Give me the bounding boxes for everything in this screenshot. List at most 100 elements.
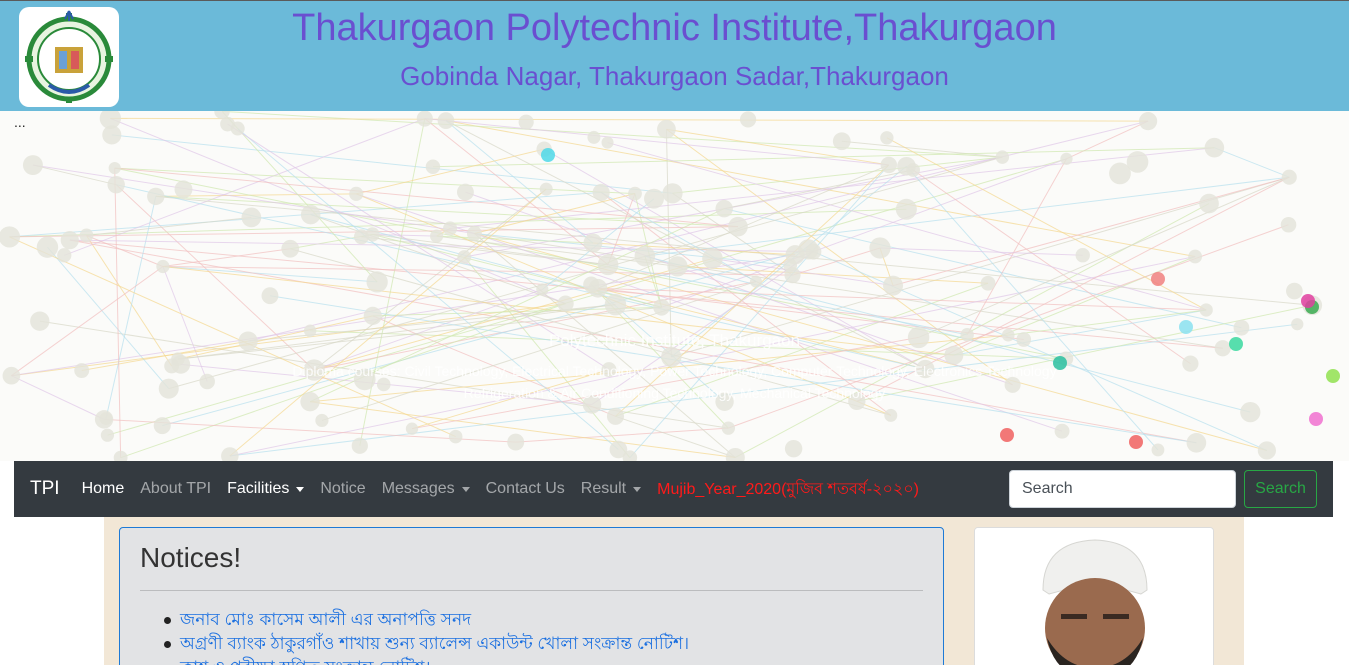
caret-down-icon bbox=[633, 486, 642, 492]
nav-facilities-dropdown[interactable]: Facilities bbox=[227, 480, 305, 498]
network-node bbox=[425, 159, 441, 174]
network-node bbox=[702, 248, 723, 269]
network-node-accent bbox=[1000, 428, 1014, 442]
network-node bbox=[36, 236, 59, 258]
network-edge bbox=[597, 287, 926, 370]
network-edge bbox=[918, 176, 1290, 338]
notices-panel: Notices! জনাব মোঃ কাসেম আলী এর অনাপত্তি … bbox=[119, 527, 944, 665]
nav-result-dropdown[interactable]: Result bbox=[581, 480, 642, 498]
network-node bbox=[156, 259, 170, 274]
network-background-graphic bbox=[0, 111, 1340, 461]
navbar-brand[interactable]: TPI bbox=[30, 478, 60, 500]
network-node-accent bbox=[1151, 272, 1165, 286]
banner-caption-line1: Diploma courses: Civil Technology, Elect… bbox=[292, 363, 1057, 379]
network-node bbox=[60, 231, 79, 250]
network-node bbox=[107, 175, 125, 194]
network-node bbox=[557, 295, 574, 312]
network-edge bbox=[120, 303, 566, 459]
network-node bbox=[1281, 169, 1297, 185]
network-node bbox=[363, 306, 382, 325]
nav-home[interactable]: Home bbox=[82, 480, 125, 498]
network-edge bbox=[892, 176, 1290, 287]
network-node bbox=[300, 204, 321, 225]
network-node bbox=[466, 226, 482, 241]
caret-down-icon bbox=[461, 486, 470, 492]
nav-contact-label: Contact Us bbox=[485, 480, 565, 497]
notices-divider bbox=[140, 590, 923, 591]
network-node bbox=[1240, 402, 1261, 423]
network-node bbox=[30, 311, 50, 331]
network-node bbox=[174, 180, 193, 199]
network-node bbox=[995, 150, 1010, 164]
network-node bbox=[798, 239, 819, 260]
network-node bbox=[883, 275, 904, 296]
network-edge bbox=[114, 168, 122, 458]
network-node bbox=[366, 271, 388, 293]
nav-messages-dropdown[interactable]: Messages bbox=[382, 480, 470, 498]
network-node bbox=[241, 207, 262, 228]
network-edge bbox=[666, 128, 889, 166]
principal-photo-card bbox=[974, 527, 1214, 665]
nav-notice-label: Notice bbox=[320, 480, 366, 497]
network-node bbox=[1204, 137, 1225, 158]
network-node bbox=[1286, 282, 1303, 300]
network-edge bbox=[1214, 147, 1290, 178]
network-node bbox=[1257, 441, 1276, 460]
network-edge bbox=[661, 158, 1067, 308]
network-node bbox=[1138, 112, 1158, 131]
network-edge bbox=[356, 148, 545, 195]
notice-link[interactable]: ক্লাশ ও পরীক্ষা স্থগিত সংক্রান্ত নোটিশ। bbox=[164, 656, 689, 665]
network-node bbox=[102, 125, 122, 145]
search-input[interactable] bbox=[1009, 470, 1236, 508]
nav-mujib-year[interactable]: Mujib_Year_2020(মুজিব শতবর্ষ-২০২০) bbox=[657, 476, 919, 503]
network-node bbox=[100, 428, 115, 442]
network-banner: Polytechnic Institute, Thakurgaon Diplom… bbox=[0, 111, 1349, 461]
network-node-accent bbox=[1129, 435, 1143, 449]
network-node bbox=[443, 221, 458, 236]
nav-contact[interactable]: Contact Us bbox=[486, 480, 565, 498]
nav-about[interactable]: About TPI bbox=[140, 480, 211, 498]
principal-photo bbox=[975, 528, 1213, 665]
site-title: Thakurgaon Polytechnic Institute,Thakurg… bbox=[292, 7, 1057, 49]
network-edge bbox=[424, 118, 889, 166]
nav-home-label: Home bbox=[81, 480, 125, 497]
network-node bbox=[657, 119, 676, 139]
nav-facilities-label: Facilities bbox=[227, 480, 290, 497]
network-edge bbox=[110, 117, 1149, 122]
network-node bbox=[1060, 152, 1073, 165]
network-edge bbox=[162, 248, 291, 267]
notice-link[interactable]: অগ্রণী ব্যাংক ঠাকুরগাঁও শাখায় শুন্য ব্য… bbox=[164, 632, 689, 656]
network-node bbox=[261, 287, 279, 305]
network-edge bbox=[32, 164, 117, 186]
network-node bbox=[880, 156, 898, 174]
network-node bbox=[507, 433, 525, 451]
notice-list: জনাব মোঃ কাসেম আলী এর অনাপত্তি সনদ অগ্রণ… bbox=[164, 608, 689, 665]
network-node bbox=[869, 237, 891, 259]
network-node bbox=[22, 155, 43, 176]
carousel-ellipsis: ... bbox=[14, 114, 26, 130]
notice-link[interactable]: জনাব মোঃ কাসেম আলী এর অনাপত্তি সনদ bbox=[164, 608, 689, 632]
network-node bbox=[457, 250, 472, 264]
caret-down-icon bbox=[296, 486, 305, 492]
network-node bbox=[583, 233, 603, 253]
site-subtitle: Gobinda Nagar, Thakurgaon Sadar,Thakurga… bbox=[400, 61, 949, 91]
network-node bbox=[606, 407, 625, 425]
network-node bbox=[1199, 193, 1219, 214]
network-node bbox=[644, 188, 664, 209]
network-node bbox=[113, 450, 128, 461]
network-node bbox=[653, 298, 670, 316]
banner-caption-title: Polytechnic Institute, Thakurgaon bbox=[548, 331, 801, 350]
network-node bbox=[108, 162, 121, 175]
network-node bbox=[749, 275, 762, 288]
network-node bbox=[349, 186, 364, 201]
notices-heading: Notices! bbox=[140, 542, 242, 573]
network-node bbox=[351, 437, 368, 454]
nav-notice[interactable]: Notice bbox=[320, 480, 365, 498]
network-node bbox=[1188, 249, 1203, 264]
network-edge bbox=[110, 117, 566, 305]
network-node bbox=[784, 267, 801, 284]
network-edge bbox=[86, 216, 252, 236]
network-edge bbox=[445, 120, 594, 244]
banner-caption-line2: Refrigeration & Air Conditioning Technol… bbox=[463, 385, 886, 401]
search-button[interactable]: Search bbox=[1244, 470, 1317, 508]
